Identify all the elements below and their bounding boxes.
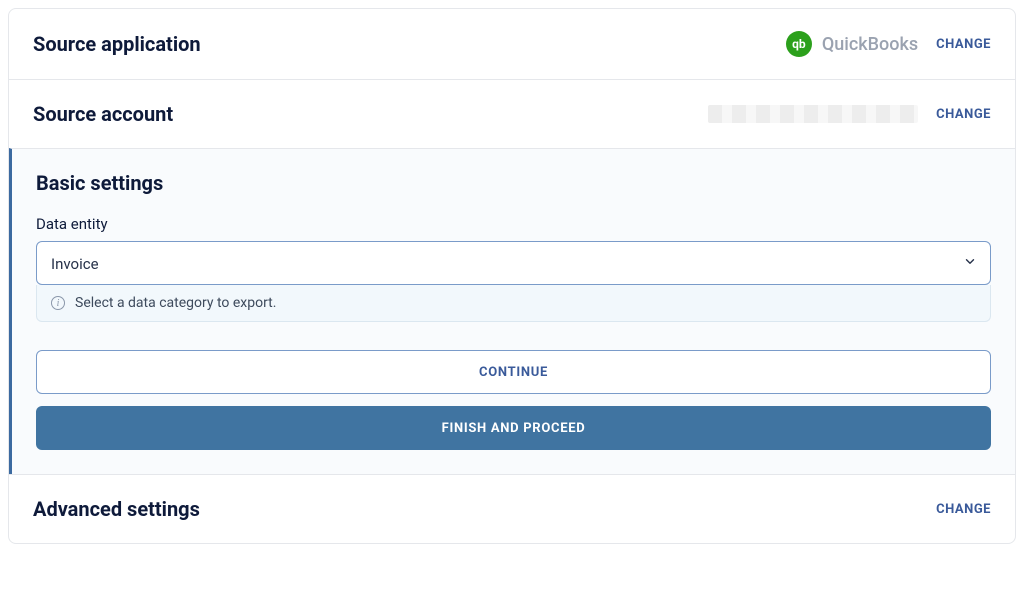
continue-button[interactable]: CONTINUE xyxy=(36,350,991,394)
data-entity-helper: i Select a data category to export. xyxy=(36,285,991,322)
advanced-settings-title: Advanced settings xyxy=(33,497,200,521)
finish-and-proceed-button[interactable]: FINISH AND PROCEED xyxy=(36,406,991,450)
basic-settings-title: Basic settings xyxy=(36,171,991,195)
source-account-right: CHANGE xyxy=(708,105,991,123)
data-entity-label: Data entity xyxy=(36,215,991,233)
change-advanced-settings-link[interactable]: CHANGE xyxy=(936,502,991,517)
source-account-title: Source account xyxy=(33,102,173,126)
source-application-title: Source application xyxy=(33,32,201,56)
source-application-right: qb QuickBooks CHANGE xyxy=(786,31,991,57)
data-entity-select[interactable]: Invoice xyxy=(36,241,991,285)
advanced-settings-section: Advanced settings CHANGE xyxy=(9,474,1015,543)
source-account-value-redacted xyxy=(708,105,918,123)
data-entity-select-value: Invoice xyxy=(36,241,991,285)
quickbooks-icon: qb xyxy=(786,31,812,57)
info-icon: i xyxy=(51,296,65,310)
settings-card: Source application qb QuickBooks CHANGE … xyxy=(8,8,1016,544)
change-source-application-link[interactable]: CHANGE xyxy=(936,37,991,52)
data-entity-helper-text: Select a data category to export. xyxy=(75,295,276,311)
basic-settings-section: Basic settings Data entity Invoice i Sel… xyxy=(9,148,1015,474)
source-application-name: QuickBooks xyxy=(822,34,918,55)
source-account-section: Source account CHANGE xyxy=(9,79,1015,148)
source-application-value: qb QuickBooks xyxy=(786,31,918,57)
source-application-section: Source application qb QuickBooks CHANGE xyxy=(9,9,1015,79)
change-source-account-link[interactable]: CHANGE xyxy=(936,107,991,122)
